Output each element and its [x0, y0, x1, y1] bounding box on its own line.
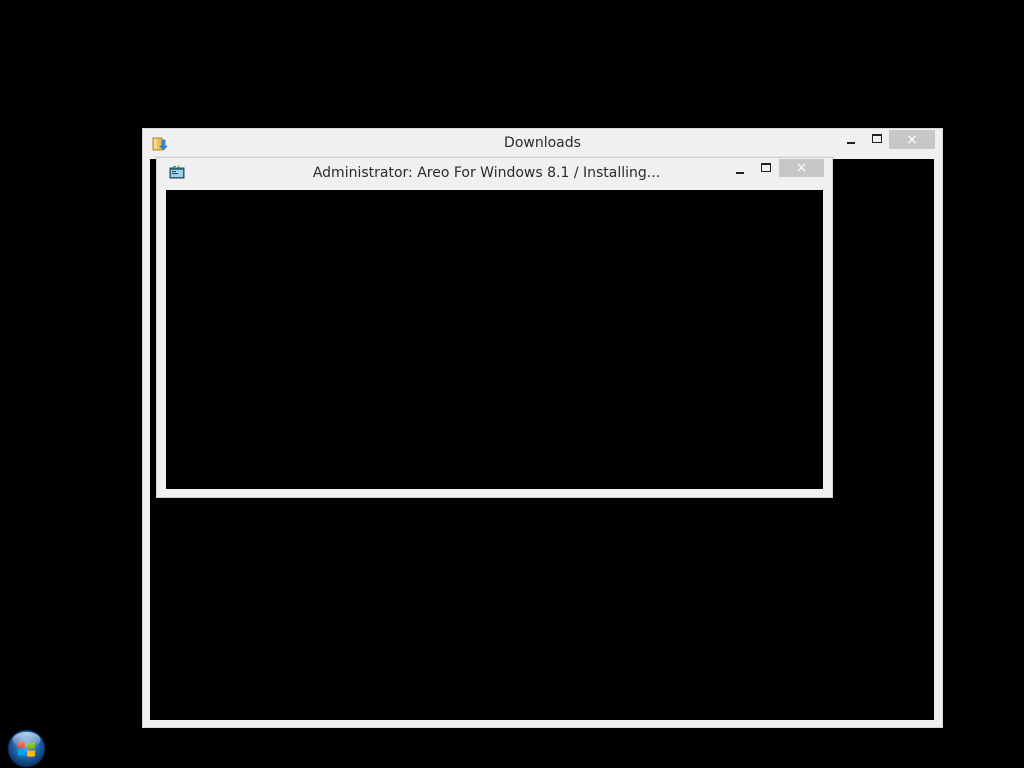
- maximize-icon: [761, 163, 771, 172]
- admin-close-button[interactable]: ×: [779, 159, 824, 177]
- admin-titlebar[interactable]: Administrator: Areo For Windows 8.1 / In…: [157, 158, 832, 190]
- admin-minimize-button[interactable]: [729, 161, 751, 179]
- downloads-close-button[interactable]: ×: [889, 130, 935, 149]
- console-output-area[interactable]: [166, 190, 823, 489]
- desktop: Downloads × Administrator: Areo For Wind…: [0, 0, 1024, 768]
- downloads-minimize-button[interactable]: [840, 131, 862, 149]
- downloads-title: Downloads: [504, 135, 581, 151]
- admin-console-window[interactable]: Administrator: Areo For Windows 8.1 / In…: [156, 157, 833, 498]
- maximize-icon: [872, 134, 882, 143]
- downloads-titlebar[interactable]: Downloads ×: [143, 129, 942, 159]
- close-icon: ×: [906, 131, 918, 148]
- admin-maximize-button[interactable]: [755, 160, 777, 178]
- windows-start-orb-icon[interactable]: [7, 729, 46, 768]
- minimize-icon: [847, 141, 855, 144]
- close-icon: ×: [795, 160, 808, 176]
- minimize-icon: [736, 171, 744, 174]
- downloads-maximize-button[interactable]: [866, 131, 888, 149]
